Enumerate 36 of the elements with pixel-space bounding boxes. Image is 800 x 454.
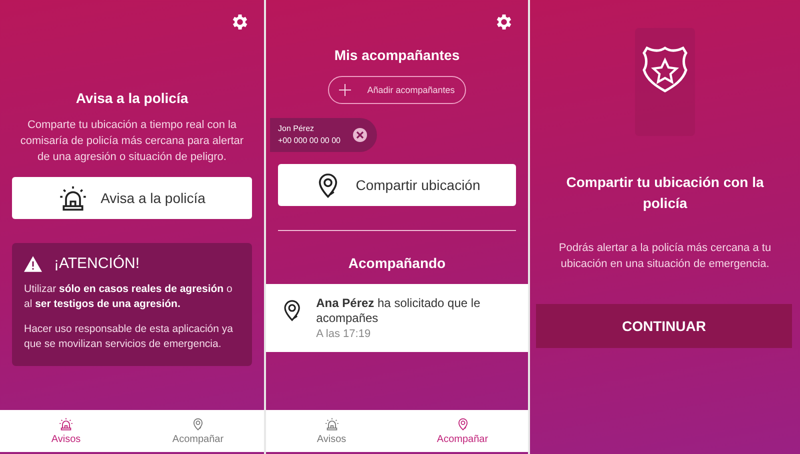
warning-text: Hacer uso responsable de esta aplicación ya que se movilizan servicios de emergencia. [24,322,234,352]
alert-police-button[interactable]: Avisa a la policía [12,177,252,219]
share-location-button[interactable]: Compartir ubicación [278,164,516,206]
nav-tab[interactable]: Acompañar [397,410,528,452]
button-label: Avisa a la policía [100,190,206,206]
nav-tab[interactable]: Avisos [0,410,132,452]
request-card[interactable]: Ana Pérez ha solicitado que le acompañes A las 17:19 [266,284,528,352]
siren-icon [59,417,73,431]
settings-icon[interactable] [494,12,514,32]
screen-title: Avisa a la policía [76,89,188,108]
add-companions-button[interactable]: Añadir acompañantes [328,76,466,104]
request-text: Ana Pérez ha solicitado que le acompañes [316,296,482,326]
plus-icon [339,84,352,96]
section-title: Acompañando [348,254,446,273]
siren-icon [324,417,338,431]
continue-button[interactable]: CONTINUAR [536,304,792,348]
screen-title: Mis acompañantes [334,46,460,65]
warning-icon [24,256,42,272]
contact-name: Jon Pérez [278,123,316,135]
close-icon[interactable] [352,128,367,142]
description: Podrás alertar a la policía más cercana a tu ubicación en una situación de emergencia. [558,241,772,272]
button-label: Compartir ubicación [356,177,480,193]
settings-icon[interactable] [230,12,250,32]
request-time: A las 17:19 [316,328,372,340]
warning-title: ¡ATENCIÓN! [54,255,140,272]
nav-tab[interactable]: Acompañar [132,410,264,452]
description: Comparte tu ubicación a tiempo real con la comisaría de policía más cercana para alertar de una agresión o situación de peligro. [19,118,245,165]
screen-title: Compartir tu ubicación con la policía [565,173,765,213]
pin-icon [191,417,205,431]
contact-chip[interactable]: Jon Pérez +00 000 00 00 00 [270,118,377,152]
warning-text: Utilizar sólo en casos reales de agresión o al ser testigos de una agresión. [24,282,234,312]
nav-tab[interactable]: Avisos [266,410,397,452]
contact-phone: +00 000 00 00 00 [278,135,341,147]
siren-icon [58,184,87,212]
pin-icon [456,417,470,431]
button-label: Añadir acompañantes [367,85,455,95]
